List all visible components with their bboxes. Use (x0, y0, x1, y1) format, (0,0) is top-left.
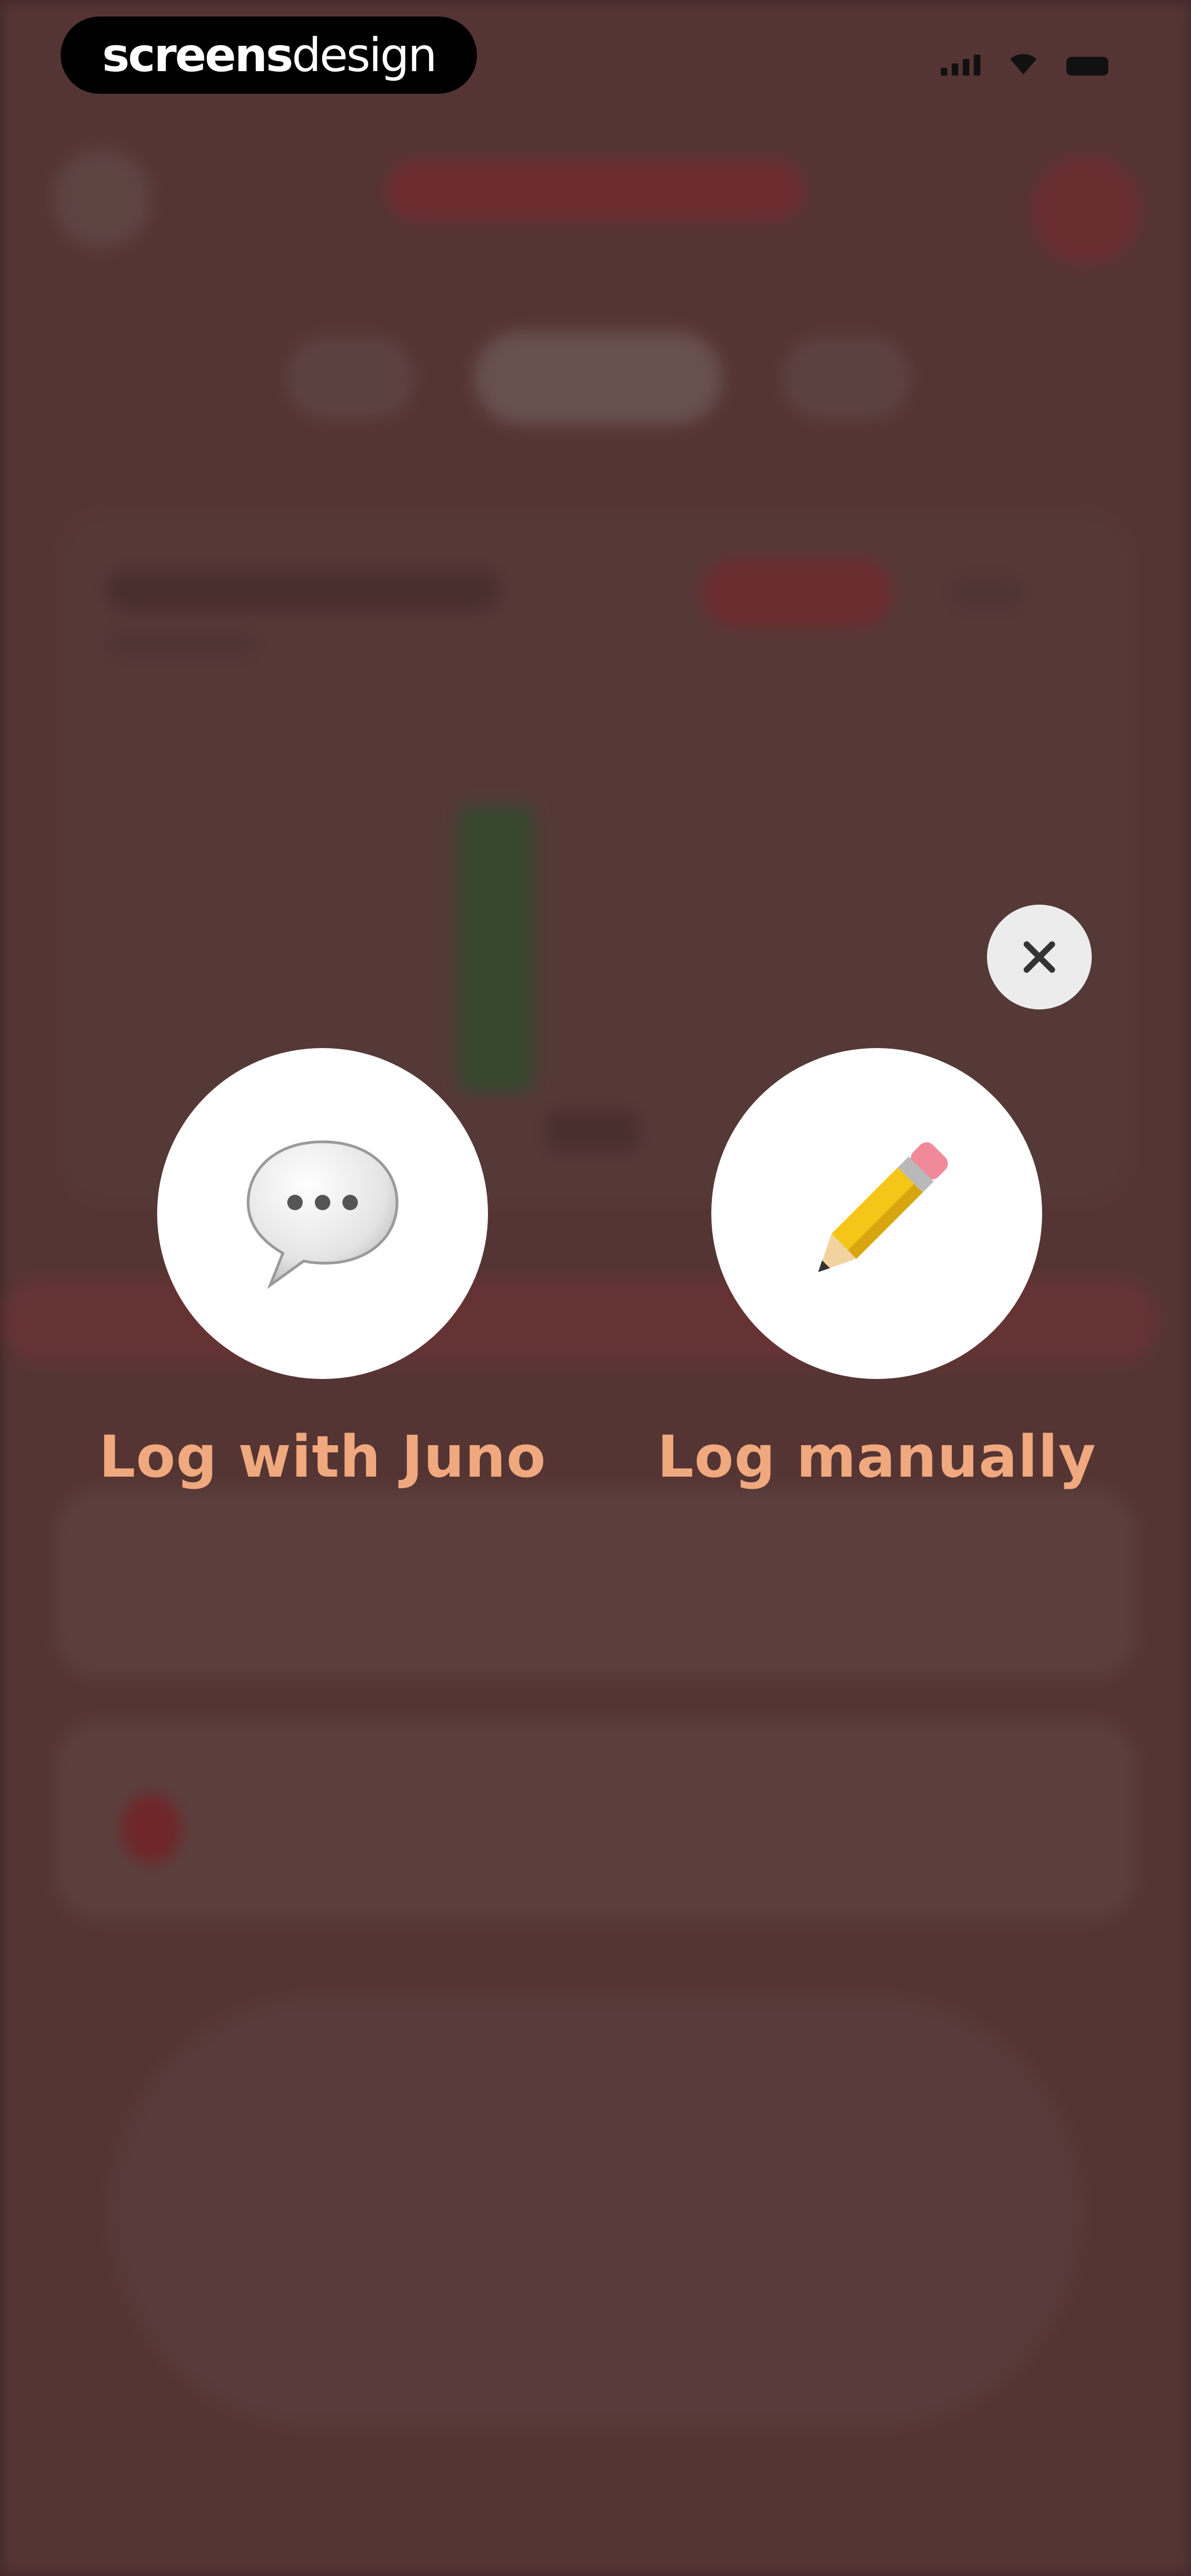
speech-bubble-icon (246, 1140, 399, 1290)
brand-bold-text: screens (102, 28, 293, 82)
brand-light-text: design (292, 28, 437, 82)
cellular-signal-icon (941, 55, 980, 76)
close-icon (1023, 941, 1055, 973)
log-manually-button[interactable] (711, 1048, 1042, 1379)
log-with-juno-option[interactable]: Log with Juno (69, 1048, 576, 1490)
log-manually-label: Log manually (657, 1423, 1097, 1490)
log-with-juno-button[interactable] (157, 1048, 488, 1379)
wifi-icon (1010, 54, 1037, 74)
pencil-icon (818, 1142, 948, 1273)
status-icons (941, 52, 1108, 76)
log-with-juno-label: Log with Juno (99, 1423, 546, 1490)
close-button[interactable] (987, 905, 1092, 1009)
log-manually-option[interactable]: Log manually (623, 1048, 1130, 1490)
brand-watermark: screens design (61, 17, 477, 94)
battery-icon (1066, 57, 1108, 76)
